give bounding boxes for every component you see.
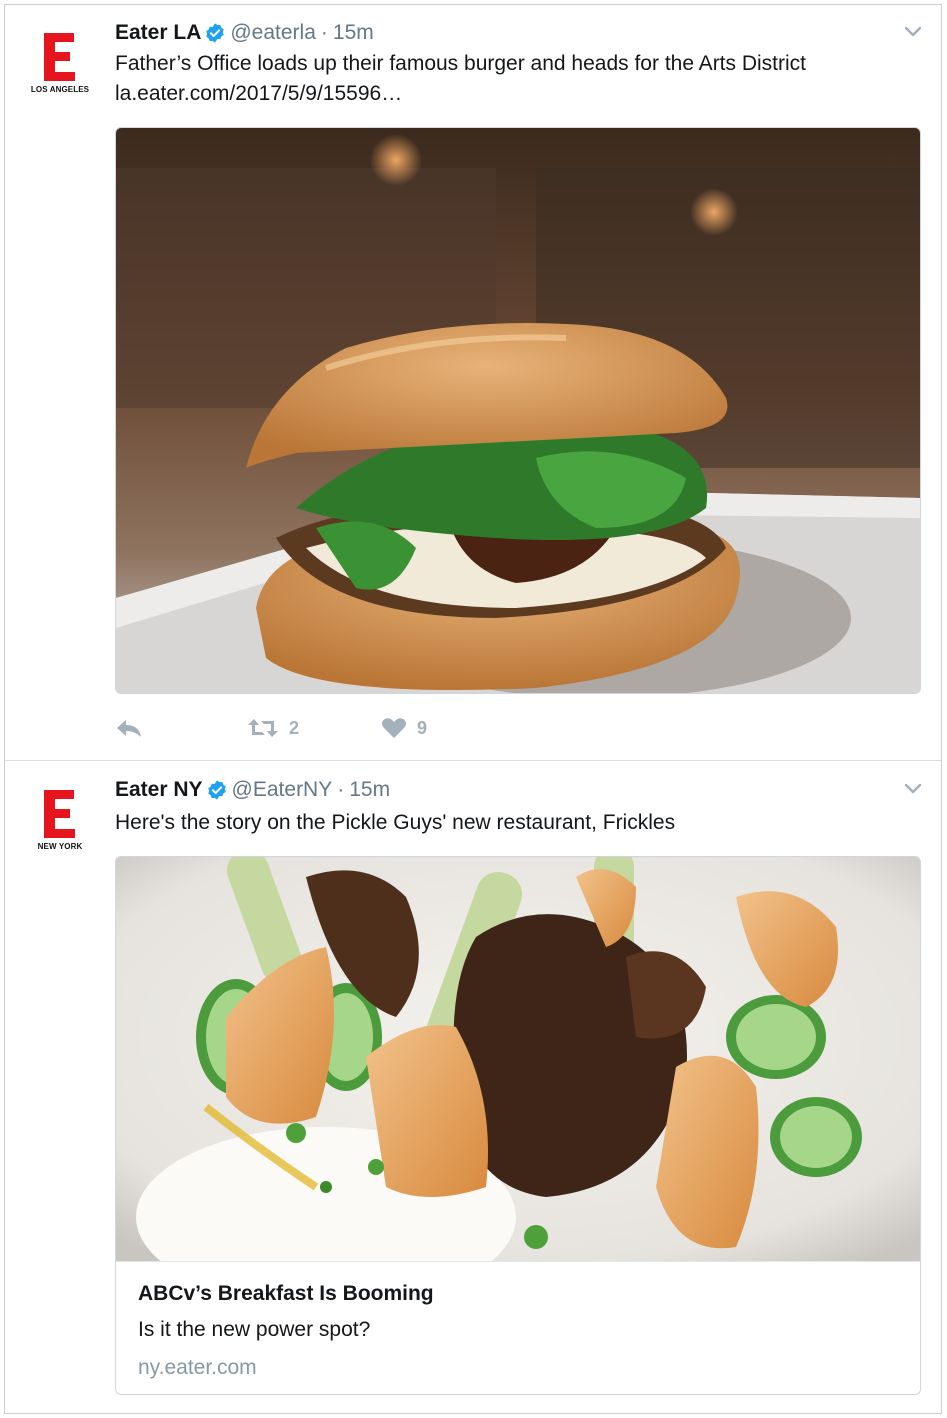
user-handle[interactable]: @eaterla — [230, 21, 316, 45]
verified-badge-icon — [206, 23, 225, 43]
card-photo-image — [116, 857, 920, 1307]
tweet-header: Eater NY @EaterNY · 15m — [115, 778, 390, 802]
card-body[interactable]: ABCv’s Breakfast Is Booming Is it the ne… — [116, 1261, 920, 1394]
burger-photo[interactable] — [115, 127, 921, 694]
tweet-text: Father’s Office loads up their famous bu… — [115, 49, 806, 109]
separator-dot: · — [337, 778, 345, 801]
tweet-text-line: Here's the story on the Pickle Guys' new… — [115, 811, 676, 834]
display-name[interactable]: Eater LA — [115, 21, 201, 45]
retweet-icon — [248, 719, 278, 737]
eater-logo-icon — [44, 33, 75, 81]
tweet-link[interactable]: la.eater.com/2017/5/9/15596… — [115, 79, 806, 109]
user-handle[interactable]: @EaterNY — [232, 778, 333, 802]
avatar[interactable]: LOS ANGELES — [27, 31, 93, 97]
display-name[interactable]: Eater NY — [115, 778, 203, 802]
like-button[interactable]: 9 — [381, 717, 427, 739]
burger-photo-image — [116, 128, 920, 693]
reply-icon — [117, 720, 141, 737]
timeline-feed: LOS ANGELES Eater LA @eaterla · 15m Fath… — [4, 4, 942, 1414]
verified-badge-icon — [207, 780, 226, 800]
avatar-city-label: LOS ANGELES — [30, 85, 90, 94]
separator-dot: · — [320, 21, 328, 44]
retweet-button[interactable]: 2 — [247, 717, 299, 739]
card-title: ABCv’s Breakfast Is Booming — [138, 1282, 434, 1305]
timestamp[interactable]: 15m — [349, 778, 390, 802]
tweet-text-line: Father’s Office loads up their famous bu… — [115, 52, 807, 75]
card-description: Is it the new power spot? — [138, 1318, 371, 1341]
like-count: 9 — [417, 717, 428, 738]
avatar[interactable]: NEW YORK — [27, 788, 93, 854]
heart-icon — [382, 718, 406, 738]
card-domain: ny.eater.com — [138, 1356, 257, 1379]
timestamp[interactable]: 15m — [333, 21, 374, 45]
retweet-count: 2 — [289, 717, 300, 738]
avatar-city-label: NEW YORK — [37, 842, 83, 851]
tweet-text: Here's the story on the Pickle Guys' new… — [115, 808, 675, 838]
chevron-down-icon[interactable] — [903, 782, 923, 796]
chevron-down-icon[interactable] — [903, 25, 923, 39]
reply-button[interactable] — [115, 717, 143, 739]
tweet[interactable]: LOS ANGELES Eater LA @eaterla · 15m Fath… — [5, 5, 941, 761]
tweet-header: Eater LA @eaterla · 15m — [115, 21, 374, 45]
link-card[interactable]: ABCv’s Breakfast Is Booming Is it the ne… — [115, 856, 921, 1395]
eater-logo-icon — [44, 790, 75, 838]
tweet[interactable]: NEW YORK Eater NY @EaterNY · 15m Here's … — [5, 762, 941, 1413]
